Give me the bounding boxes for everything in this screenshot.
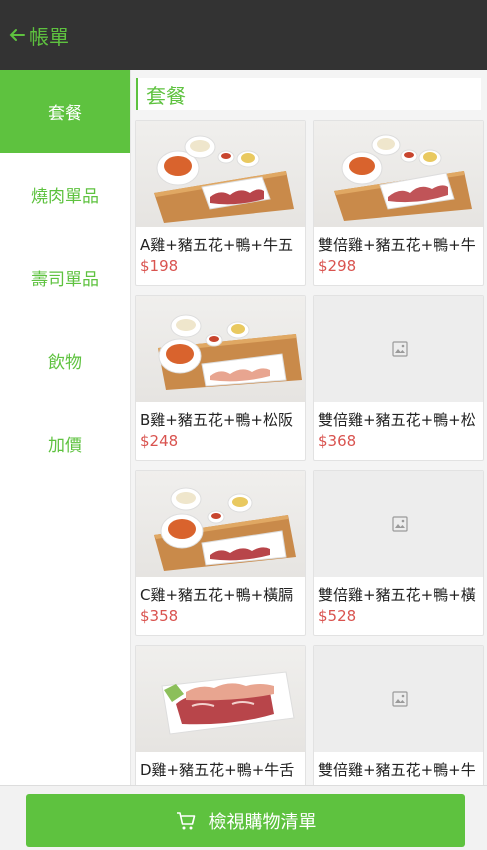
sidebar-item-label: 加價 bbox=[48, 436, 82, 456]
product-list[interactable]: 套餐 A雞+豬五花+鴨+牛五 $198 雙倍雞+豬五花+鴨+牛 $298 B雞+… bbox=[131, 70, 487, 785]
set-meal-photo bbox=[334, 134, 472, 221]
product-image bbox=[136, 646, 305, 752]
product-name: B雞+豬五花+鴨+松阪 bbox=[140, 411, 293, 429]
product-card[interactable]: C雞+豬五花+鴨+橫膈 $358 bbox=[135, 470, 306, 636]
view-cart-button[interactable]: 檢視購物清單 bbox=[26, 794, 465, 847]
product-card[interactable]: 雙倍雞+豬五花+鴨+橫 $528 bbox=[313, 470, 484, 636]
product-image bbox=[136, 296, 305, 402]
section-title: 套餐 bbox=[146, 83, 186, 108]
set-meal-photo bbox=[154, 487, 296, 571]
sidebar-item-set-meal[interactable]: 套餐 bbox=[0, 70, 130, 153]
sidebar-item-label: 套餐 bbox=[48, 104, 82, 124]
arrow-left-icon bbox=[9, 29, 25, 41]
product-card[interactable]: 雙倍雞+豬五花+鴨+牛 $298 bbox=[313, 120, 484, 286]
sidebar-item-label: 燒肉單品 bbox=[31, 187, 99, 207]
view-cart-label: 檢視購物清單 bbox=[208, 811, 317, 833]
bottom-bar: 檢視購物清單 bbox=[0, 785, 487, 850]
product-name: A雞+豬五花+鴨+牛五 bbox=[140, 236, 293, 254]
product-card[interactable]: 雙倍雞+豬五花+鴨+牛 bbox=[313, 645, 484, 785]
product-price: $198 bbox=[140, 257, 179, 275]
sidebar-item-drinks[interactable]: 飲物 bbox=[0, 319, 130, 402]
product-price: $358 bbox=[140, 607, 179, 625]
back-button[interactable]: 帳單 bbox=[8, 21, 69, 50]
sidebar-item-sushi[interactable]: 壽司單品 bbox=[0, 236, 130, 319]
image-placeholder-icon bbox=[392, 341, 408, 357]
image-placeholder-icon bbox=[392, 516, 408, 532]
product-image bbox=[314, 296, 483, 402]
product-image bbox=[314, 471, 483, 577]
product-card[interactable]: 雙倍雞+豬五花+鴨+松 $368 bbox=[313, 295, 484, 461]
product-name: D雞+豬五花+鴨+牛舌 bbox=[140, 761, 295, 779]
top-bar: 帳單 bbox=[0, 0, 487, 70]
product-name: 雙倍雞+豬五花+鴨+橫 bbox=[318, 586, 476, 604]
product-card[interactable]: A雞+豬五花+鴨+牛五 $198 bbox=[135, 120, 306, 286]
product-image bbox=[314, 121, 483, 227]
product-price: $248 bbox=[140, 432, 179, 450]
sidebar-item-label: 飲物 bbox=[48, 353, 82, 373]
platter-photo bbox=[161, 671, 295, 735]
product-price: $528 bbox=[318, 607, 357, 625]
product-name: 雙倍雞+豬五花+鴨+牛 bbox=[318, 236, 476, 254]
category-sidebar: 套餐 燒肉單品 壽司單品 飲物 加價 bbox=[0, 70, 131, 785]
set-meal-photo bbox=[158, 314, 302, 390]
product-card[interactable]: B雞+豬五花+鴨+松阪 $248 bbox=[135, 295, 306, 461]
sidebar-item-label: 壽司單品 bbox=[31, 270, 99, 290]
product-price: $298 bbox=[318, 257, 357, 275]
product-image bbox=[136, 471, 305, 577]
product-image bbox=[314, 646, 483, 752]
product-name: 雙倍雞+豬五花+鴨+松 bbox=[318, 411, 476, 429]
product-price: $368 bbox=[318, 432, 357, 450]
set-meal-photo bbox=[154, 135, 294, 223]
product-image bbox=[136, 121, 305, 227]
page-title: 帳單 bbox=[29, 24, 69, 49]
sidebar-item-add-on[interactable]: 加價 bbox=[0, 402, 130, 485]
section-header: 套餐 bbox=[136, 78, 481, 110]
product-name: 雙倍雞+豬五花+鴨+牛 bbox=[318, 761, 476, 779]
product-name: C雞+豬五花+鴨+橫膈 bbox=[140, 586, 294, 604]
sidebar-item-yakiniku[interactable]: 燒肉單品 bbox=[0, 153, 130, 236]
image-placeholder-icon bbox=[392, 691, 408, 707]
cart-icon bbox=[176, 811, 195, 829]
product-card[interactable]: D雞+豬五花+鴨+牛舌 bbox=[135, 645, 306, 785]
